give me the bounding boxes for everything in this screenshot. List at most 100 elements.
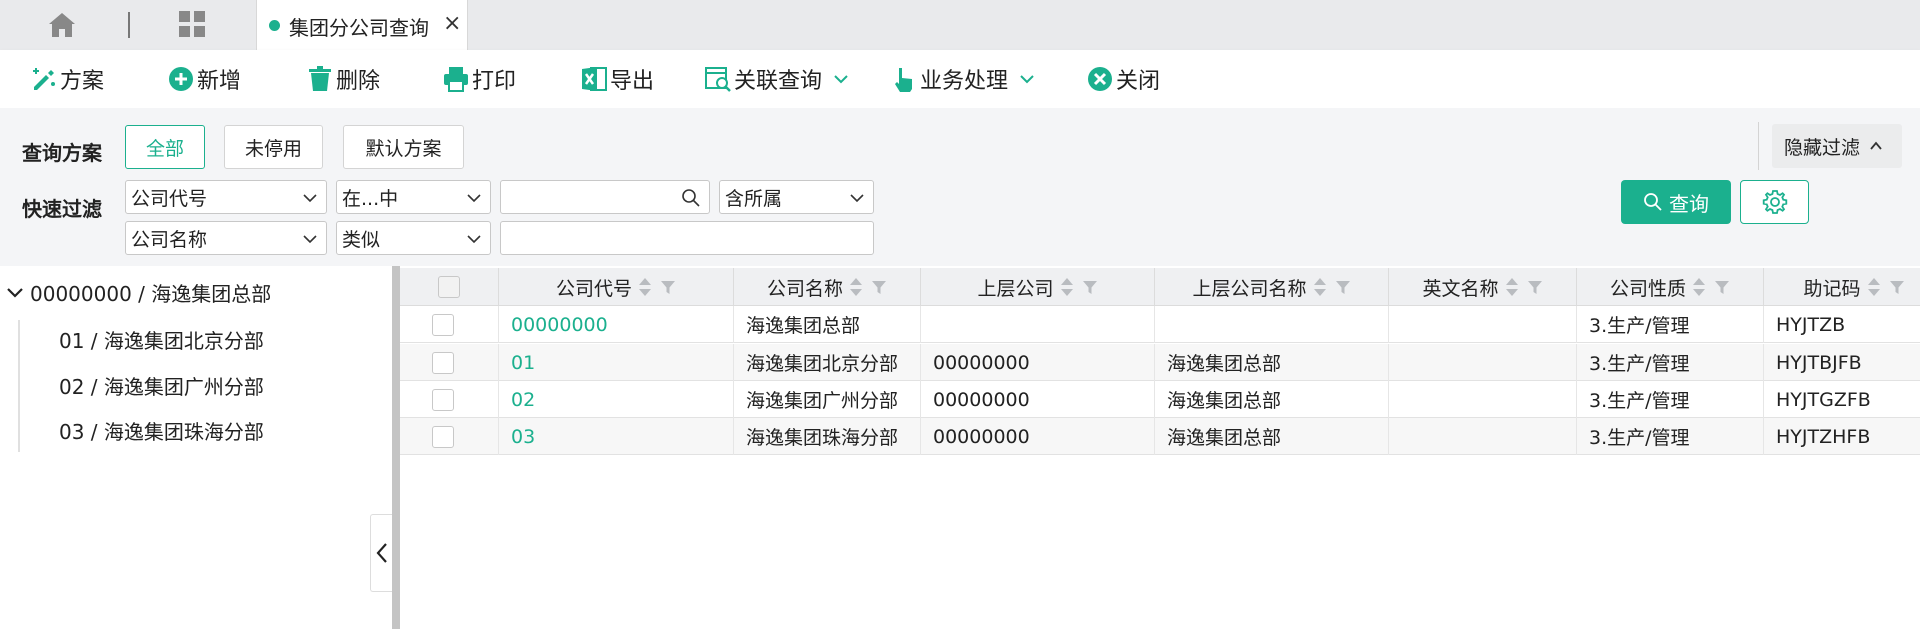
- header-parent-company-name[interactable]: 上层公司名称: [1155, 268, 1389, 306]
- table-row[interactable]: 02 海逸集团广州分部 00000000 海逸集团总部 3.生产/管理 HYJT…: [400, 381, 1920, 418]
- home-icon[interactable]: [48, 12, 76, 38]
- search-icon[interactable]: [681, 188, 701, 208]
- print-button[interactable]: 打印: [442, 50, 516, 108]
- cell-company-code[interactable]: 03: [499, 418, 734, 455]
- sort-icon[interactable]: [1060, 276, 1074, 298]
- scheme-button[interactable]: 方案: [30, 50, 104, 108]
- hide-filter-button[interactable]: 隐藏过滤: [1772, 124, 1902, 168]
- row-select-cell[interactable]: [400, 381, 499, 418]
- header-company-name[interactable]: 公司名称: [734, 268, 921, 306]
- scheme-chip-all[interactable]: 全部: [125, 125, 205, 169]
- tree-guide-line: [18, 320, 20, 452]
- cell-parent-company-name: 海逸集团总部: [1155, 344, 1389, 381]
- filter-value-input-2[interactable]: [500, 221, 874, 255]
- filter-funnel-icon[interactable]: [1714, 279, 1730, 295]
- sort-icon[interactable]: [1867, 276, 1881, 298]
- tree-node-02[interactable]: 02 / 海逸集团广州分部: [59, 371, 264, 400]
- filter-operator-select-2[interactable]: 类似: [336, 221, 491, 255]
- tree-node-root[interactable]: 00000000 / 海逸集团总部: [6, 278, 271, 307]
- tab-company-query[interactable]: 集团分公司查询 ×: [256, 0, 468, 50]
- header-english-name[interactable]: 英文名称: [1389, 268, 1577, 306]
- table-row[interactable]: 00000000 海逸集团总部 3.生产/管理 HYJTZB: [400, 306, 1920, 343]
- filter-funnel-icon[interactable]: [660, 279, 676, 295]
- delete-button[interactable]: 删除: [306, 50, 380, 108]
- row-select-cell[interactable]: [400, 344, 499, 381]
- row-checkbox[interactable]: [432, 425, 454, 448]
- header-select-all[interactable]: [400, 268, 499, 306]
- tree-node-03[interactable]: 03 / 海逸集团珠海分部: [59, 416, 264, 445]
- add-button[interactable]: 新增: [167, 50, 241, 108]
- query-button[interactable]: 查询: [1621, 180, 1731, 224]
- excel-export-icon: [582, 67, 607, 91]
- chevron-down-icon: [467, 235, 481, 244]
- filter-field-select-1[interactable]: 公司代号: [125, 180, 327, 214]
- sort-icon[interactable]: [849, 276, 863, 298]
- header-parent-company[interactable]: 上层公司: [921, 268, 1155, 306]
- cell-english-name: [1389, 344, 1577, 381]
- grid-apps-icon[interactable]: [178, 10, 206, 38]
- tree-node-01[interactable]: 01 / 海逸集团北京分部: [59, 325, 264, 354]
- delete-label: 删除: [336, 69, 381, 94]
- cell-company-code[interactable]: 00000000: [499, 306, 734, 343]
- header-company-code[interactable]: 公司代号: [499, 268, 734, 306]
- business-process-button[interactable]: 业务处理: [890, 50, 1036, 108]
- printer-icon: [444, 67, 468, 92]
- chevron-up-icon: [1870, 141, 1882, 150]
- sort-icon[interactable]: [638, 276, 652, 298]
- search-icon: [1644, 193, 1662, 211]
- filter-settings-button[interactable]: [1740, 180, 1809, 224]
- active-dot-icon: [269, 20, 280, 31]
- tab-label: 集团分公司查询: [289, 16, 429, 40]
- filter-funnel-icon[interactable]: [871, 279, 887, 295]
- scheme-chip-default[interactable]: 默认方案: [343, 125, 464, 169]
- row-select-cell[interactable]: [400, 418, 499, 455]
- header-label: 公司性质: [1609, 277, 1686, 300]
- export-button[interactable]: 导出: [580, 50, 654, 108]
- header-mnemonic-code[interactable]: 助记码: [1764, 268, 1920, 306]
- sort-icon[interactable]: [1313, 276, 1327, 298]
- filter-scope-select[interactable]: 含所属: [719, 180, 874, 214]
- cell-english-name: [1389, 306, 1577, 343]
- cell-english-name: [1389, 418, 1577, 455]
- related-query-icon: [705, 67, 731, 92]
- filter-funnel-icon[interactable]: [1527, 279, 1543, 295]
- filter-value-search-input[interactable]: [500, 180, 710, 214]
- row-select-cell[interactable]: [400, 306, 499, 343]
- tab-close-icon[interactable]: ×: [443, 13, 461, 35]
- scheme-chip-active[interactable]: 未停用: [224, 125, 323, 169]
- filter-field-select-2[interactable]: 公司名称: [125, 221, 327, 255]
- table-row[interactable]: 03 海逸集团珠海分部 00000000 海逸集团总部 3.生产/管理 HYJT…: [400, 418, 1920, 455]
- select-all-checkbox[interactable]: [438, 276, 460, 298]
- sort-icon[interactable]: [1505, 276, 1519, 298]
- cell-company-code[interactable]: 01: [499, 344, 734, 381]
- tab-bar-divider: [128, 12, 130, 38]
- filter-funnel-icon[interactable]: [1082, 279, 1098, 295]
- header-label: 上层公司: [977, 277, 1054, 300]
- cell-company-name: 海逸集团总部: [734, 306, 921, 343]
- filter-operator-select-1[interactable]: 在...中: [336, 180, 491, 214]
- scheme-edit-icon: [33, 68, 55, 90]
- filter-funnel-icon[interactable]: [1335, 279, 1351, 295]
- related-query-button[interactable]: 关联查询: [704, 50, 850, 108]
- row-checkbox[interactable]: [432, 388, 454, 411]
- panel-splitter[interactable]: [392, 266, 400, 629]
- sort-icon[interactable]: [1692, 276, 1706, 298]
- filter-funnel-icon[interactable]: [1889, 279, 1905, 295]
- row-checkbox[interactable]: [432, 313, 454, 336]
- trash-icon: [309, 66, 331, 91]
- chevron-down-icon[interactable]: [6, 284, 24, 302]
- header-company-nature[interactable]: 公司性质: [1577, 268, 1764, 306]
- table-row[interactable]: 01 海逸集团北京分部 00000000 海逸集团总部 3.生产/管理 HYJT…: [400, 344, 1920, 381]
- cell-company-name: 海逸集团珠海分部: [734, 418, 921, 455]
- cell-company-code[interactable]: 02: [499, 381, 734, 418]
- close-button[interactable]: 关闭: [1086, 50, 1160, 108]
- collapse-tree-button[interactable]: [370, 514, 392, 592]
- query-scheme-label: 查询方案: [22, 141, 102, 165]
- hide-filter-label: 隐藏过滤: [1784, 136, 1861, 159]
- cell-english-name: [1389, 381, 1577, 418]
- cell-company-nature: 3.生产/管理: [1577, 306, 1764, 343]
- row-checkbox[interactable]: [432, 351, 454, 374]
- query-button-label: 查询: [1669, 191, 1709, 216]
- header-label: 公司名称: [766, 277, 843, 300]
- tab-bar: 集团分公司查询 ×: [0, 0, 1920, 50]
